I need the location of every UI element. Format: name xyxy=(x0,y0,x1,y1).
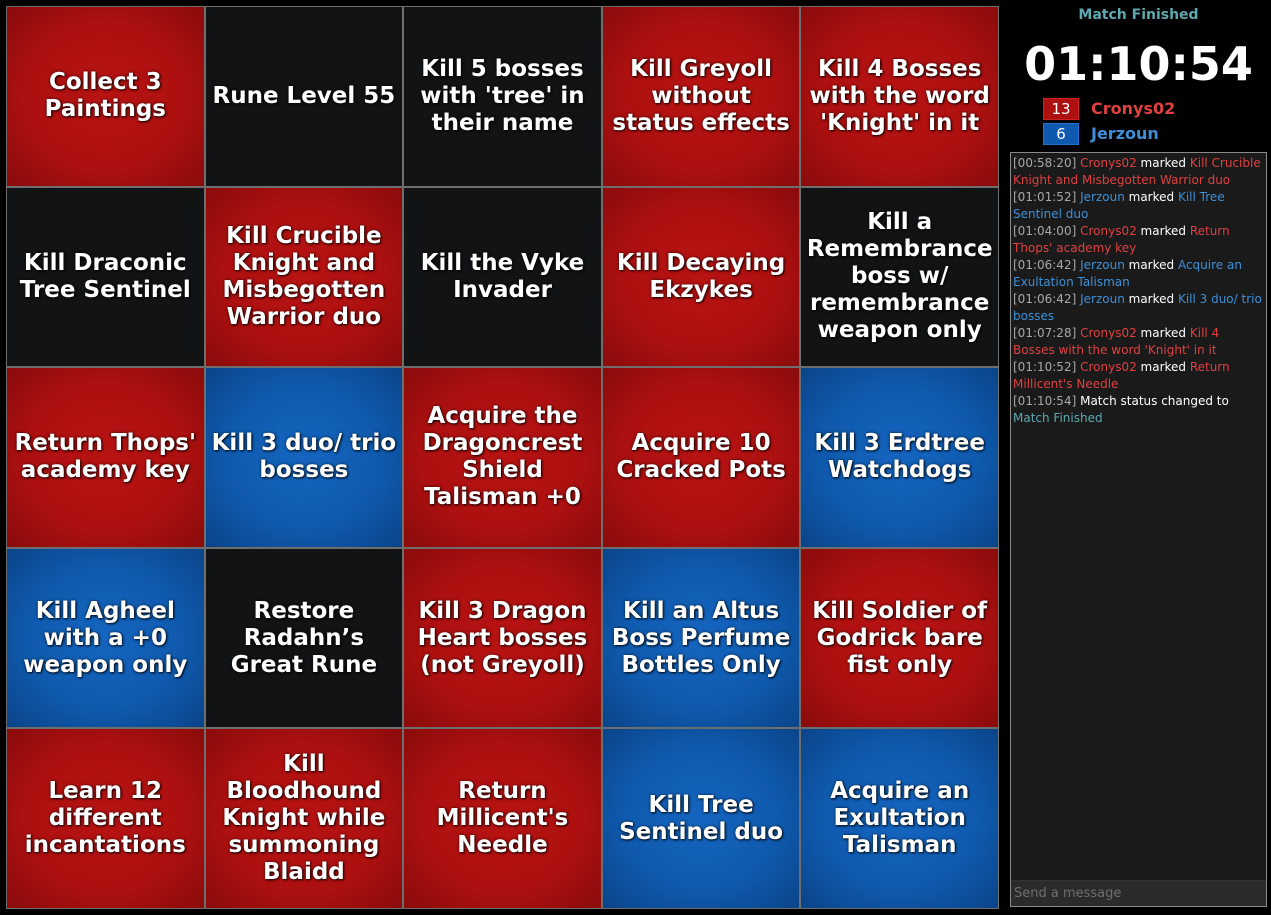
bingo-cell-label: Kill a Remembrance boss w/ remembrance w… xyxy=(806,209,993,344)
bingo-cell[interactable]: Kill Greyoll without status effects xyxy=(602,7,800,186)
bingo-cell[interactable]: Return Thops' academy key xyxy=(7,368,204,547)
bingo-cell[interactable]: Kill 3 Erdtree Watchdogs xyxy=(801,368,998,547)
bingo-cell-label: Kill 3 Dragon Heart bosses (not Greyoll) xyxy=(417,597,588,678)
bingo-cell-label: Kill 5 bosses with 'tree' in their name xyxy=(420,55,585,136)
bingo-cell[interactable]: Kill Soldier of Godrick bare fist only xyxy=(801,548,998,728)
bingo-cell-label: Kill Soldier of Godrick bare fist only xyxy=(812,597,988,678)
bingo-cell[interactable]: Kill Bloodhound Knight while summoning B… xyxy=(205,729,403,908)
bingo-cell-label: Kill Crucible Knight and Misbegotten War… xyxy=(222,222,386,330)
bingo-cell[interactable]: Kill Crucible Knight and Misbegotten War… xyxy=(205,187,403,367)
chat-timestamp: [01:10:52] xyxy=(1013,360,1077,374)
sidebar: Match Finished 01:10:54 13 Cronys02 6 Je… xyxy=(1006,0,1271,915)
bingo-cell[interactable]: Rune Level 55 xyxy=(205,7,403,186)
chat-log-entry: [01:06:42] Jerzoun marked Kill 3 duo/ tr… xyxy=(1013,291,1264,325)
chat-message-input[interactable] xyxy=(1011,880,1266,906)
chat-timestamp: [01:04:00] xyxy=(1013,224,1077,238)
chat-log-entry: [01:06:42] Jerzoun marked Acquire an Exu… xyxy=(1013,257,1264,291)
team-score-badge: 6 xyxy=(1043,122,1079,145)
chat-action-text: marked xyxy=(1124,190,1178,204)
chat-player-name: Cronys02 xyxy=(1080,360,1137,374)
bingo-cell[interactable]: Kill 3 Dragon Heart bosses (not Greyoll) xyxy=(404,548,601,728)
chat-player-name: Cronys02 xyxy=(1080,224,1137,238)
bingo-cell[interactable]: Collect 3 Paintings xyxy=(7,7,204,186)
bingo-cell[interactable]: Restore Radahn’s Great Rune xyxy=(205,548,403,728)
bingo-cell-label: Kill 4 Bosses with the word 'Knight' in … xyxy=(809,55,990,136)
bingo-cell-label: Rune Level 55 xyxy=(212,82,396,109)
bingo-cell-label: Return Millicent's Needle xyxy=(436,778,569,859)
team-name: Cronys02 xyxy=(1091,99,1176,118)
chat-log-entry: [01:04:00] Cronys02 marked Return Thops'… xyxy=(1013,223,1264,257)
bingo-cell[interactable]: Kill Draconic Tree Sentinel xyxy=(7,187,204,367)
chat-player-name: Jerzoun xyxy=(1080,292,1125,306)
chat-action-text: marked xyxy=(1136,224,1190,238)
chat-action-text: Match status changed to xyxy=(1080,394,1233,408)
bingo-cell-label: Kill 3 duo/ trio bosses xyxy=(211,430,397,484)
bingo-cell-label: Restore Radahn’s Great Rune xyxy=(230,597,378,678)
bingo-cell-label: Kill Decaying Ekzykes xyxy=(616,249,786,303)
chat-log: [00:58:20] Cronys02 marked Kill Crucible… xyxy=(1011,153,1266,427)
team-name: Jerzoun xyxy=(1091,124,1159,143)
chat-log-entry: [00:58:20] Cronys02 marked Kill Crucible… xyxy=(1013,155,1264,189)
bingo-cell-label: Return Thops' academy key xyxy=(14,430,197,484)
bingo-cell[interactable]: Kill 5 bosses with 'tree' in their name xyxy=(404,7,601,186)
bingo-cell[interactable]: Learn 12 different incantations xyxy=(7,729,204,908)
bingo-cell[interactable]: Acquire the Dragoncrest Shield Talisman … xyxy=(404,368,601,547)
bingo-cell-label: Collect 3 Paintings xyxy=(44,69,167,123)
chat-timestamp: [01:07:28] xyxy=(1013,326,1077,340)
chat-action-text: marked xyxy=(1136,326,1190,340)
chat-goal-text: Match Finished xyxy=(1013,411,1103,425)
chat-panel: [00:58:20] Cronys02 marked Kill Crucible… xyxy=(1010,152,1267,907)
chat-log-entry: [01:01:52] Jerzoun marked Kill Tree Sent… xyxy=(1013,189,1264,223)
bingo-cell-label: Kill an Altus Boss Perfume Bottles Only xyxy=(611,597,791,678)
chat-log-entry: [01:10:52] Cronys02 marked Return Millic… xyxy=(1013,359,1264,393)
chat-log-entry: [01:07:28] Cronys02 marked Kill 4 Bosses… xyxy=(1013,325,1264,359)
bingo-cell-label: Kill Bloodhound Knight while summoning B… xyxy=(222,751,386,886)
bingo-cell-label: Acquire an Exultation Talisman xyxy=(830,778,970,859)
bingo-cell-label: Acquire 10 Cracked Pots xyxy=(616,430,786,484)
bingo-cell[interactable]: Kill 3 duo/ trio bosses xyxy=(205,368,403,547)
chat-player-name: Cronys02 xyxy=(1080,156,1137,170)
bingo-board: Collect 3 Paintings Rune Level 55 Kill 5 b… xyxy=(6,6,999,909)
bingo-cell[interactable]: Acquire an Exultation Talisman xyxy=(801,729,998,908)
bingo-cell[interactable]: Acquire 10 Cracked Pots xyxy=(602,368,800,547)
team-row-blue: 6 Jerzoun xyxy=(1043,122,1159,145)
bingo-cell[interactable]: Kill an Altus Boss Perfume Bottles Only xyxy=(602,548,800,728)
chat-action-text: marked xyxy=(1136,360,1190,374)
team-row-red: 13 Cronys02 xyxy=(1043,97,1176,120)
chat-timestamp: [01:01:52] xyxy=(1013,190,1077,204)
bingo-cell[interactable]: Kill the Vyke Invader xyxy=(404,187,601,367)
bingo-cell[interactable]: Kill Decaying Ekzykes xyxy=(602,187,800,367)
chat-action-text: marked xyxy=(1124,292,1178,306)
bingo-cell-label: Kill Draconic Tree Sentinel xyxy=(19,249,191,303)
bingo-cell-label: Kill the Vyke Invader xyxy=(420,249,585,303)
bingo-app: Collect 3 Paintings Rune Level 55 Kill 5 b… xyxy=(0,0,1271,915)
bingo-cell-label: Learn 12 different incantations xyxy=(24,778,186,859)
bingo-cell[interactable]: Kill Agheel with a +0 weapon only xyxy=(7,548,204,728)
chat-timestamp: [01:06:42] xyxy=(1013,258,1077,272)
chat-timestamp: [01:10:54] xyxy=(1013,394,1077,408)
chat-timestamp: [01:06:42] xyxy=(1013,292,1077,306)
chat-timestamp: [00:58:20] xyxy=(1013,156,1077,170)
team-score-badge: 13 xyxy=(1043,97,1079,120)
bingo-cell-label: Acquire the Dragoncrest Shield Talisman … xyxy=(422,403,583,511)
bingo-cell[interactable]: Kill a Remembrance boss w/ remembrance w… xyxy=(801,187,998,367)
bingo-cell-label: Kill Tree Sentinel duo xyxy=(619,791,784,845)
chat-log-entry: [01:10:54] Match status changed to Match… xyxy=(1013,393,1264,427)
bingo-cell-label: Kill Greyoll without status effects xyxy=(612,55,790,136)
chat-player-name: Jerzoun xyxy=(1080,258,1125,272)
bingo-cell-label: Kill 3 Erdtree Watchdogs xyxy=(814,430,985,484)
bingo-cell[interactable]: Return Millicent's Needle xyxy=(404,729,601,908)
chat-action-text: marked xyxy=(1136,156,1190,170)
match-timer: 01:10:54 xyxy=(1024,37,1253,91)
chat-player-name: Cronys02 xyxy=(1080,326,1137,340)
chat-action-text: marked xyxy=(1124,258,1178,272)
bingo-cell-label: Kill Agheel with a +0 weapon only xyxy=(23,597,188,678)
bingo-cell[interactable]: Kill 4 Bosses with the word 'Knight' in … xyxy=(801,7,998,186)
chat-player-name: Jerzoun xyxy=(1080,190,1125,204)
match-status-label: Match Finished xyxy=(1078,7,1199,23)
bingo-cell[interactable]: Kill Tree Sentinel duo xyxy=(602,729,800,908)
